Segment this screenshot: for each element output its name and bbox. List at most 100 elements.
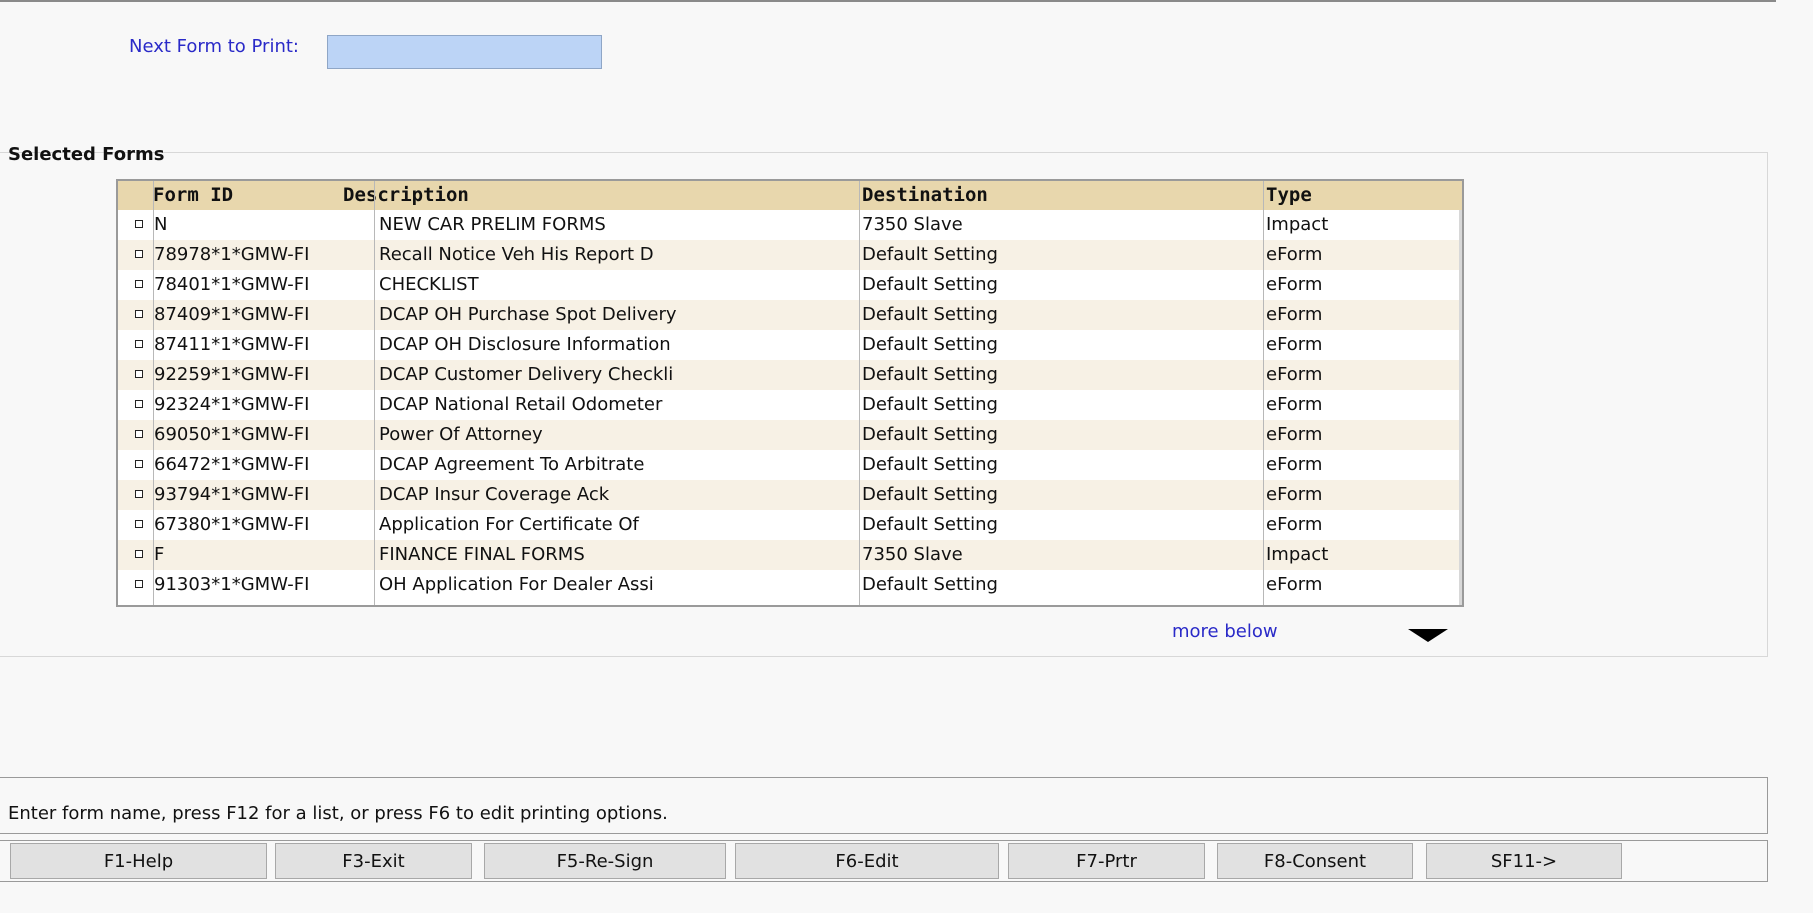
column-divider [153,181,154,605]
form-id-cell: 91303*1*GMW-FI [154,574,310,595]
f3-exit-button[interactable]: F3-Exit [275,843,472,879]
destination-cell: Default Setting [862,244,998,265]
header-form-id: Form ID [153,184,234,206]
table-row[interactable]: 67380*1*GMW-FI Application For Certifica… [118,510,1462,540]
checkbox-icon[interactable] [135,490,143,498]
checkbox-icon[interactable] [135,520,143,528]
sf11-more-button[interactable]: SF11-> [1426,843,1622,879]
table-row[interactable]: F FINANCE FINAL FORMS 7350 Slave Impact [118,540,1462,570]
destination-cell: Default Setting [862,394,998,415]
type-cell: eForm [1266,454,1323,475]
table-row[interactable]: 87409*1*GMW-FI DCAP OH Purchase Spot Del… [118,300,1462,330]
description-cell: NEW CAR PRELIM FORMS [379,214,606,235]
column-divider [1263,181,1264,605]
table-row[interactable]: 78978*1*GMW-FI Recall Notice Veh His Rep… [118,240,1462,270]
selected-forms-title: Selected Forms [8,144,165,165]
description-cell: CHECKLIST [379,274,479,295]
type-cell: eForm [1266,244,1323,265]
description-cell: Power Of Attorney [379,424,543,445]
form-id-cell: 92259*1*GMW-FI [154,364,310,385]
destination-cell: Default Setting [862,574,998,595]
table-row[interactable]: 87411*1*GMW-FI DCAP OH Disclosure Inform… [118,330,1462,360]
selected-forms-table: Form ID Description Destination Type N N… [116,179,1464,607]
form-id-cell: 69050*1*GMW-FI [154,424,310,445]
description-cell: FINANCE FINAL FORMS [379,544,585,565]
destination-cell: 7350 Slave [862,214,963,235]
checkbox-icon[interactable] [135,580,143,588]
f7-printer-button[interactable]: F7-Prtr [1008,843,1205,879]
table-row[interactable]: 93794*1*GMW-FI DCAP Insur Coverage Ack D… [118,480,1462,510]
destination-cell: 7350 Slave [862,544,963,565]
checkbox-icon[interactable] [135,280,143,288]
description-cell: DCAP Agreement To Arbitrate [379,454,645,475]
description-cell: DCAP Insur Coverage Ack [379,484,610,505]
description-cell: Recall Notice Veh His Report D [379,244,654,265]
table-right-edge [1459,210,1462,605]
column-divider [859,181,860,605]
form-id-cell: 78401*1*GMW-FI [154,274,310,295]
checkbox-icon[interactable] [135,310,143,318]
table-row[interactable]: 92324*1*GMW-FI DCAP National Retail Odom… [118,390,1462,420]
header-destination: Destination [862,184,988,206]
table-row[interactable]: N NEW CAR PRELIM FORMS 7350 Slave Impact [118,210,1462,240]
checkbox-icon[interactable] [135,220,143,228]
form-id-cell: N [154,214,168,235]
form-id-cell: F [154,544,165,565]
table-row[interactable]: 91303*1*GMW-FI OH Application For Dealer… [118,570,1462,600]
top-divider [0,0,1776,2]
f8-consent-button[interactable]: F8-Consent [1217,843,1413,879]
more-below-link[interactable]: more below [1172,621,1278,642]
description-cell: OH Application For Dealer Assi [379,574,654,595]
checkbox-icon[interactable] [135,250,143,258]
destination-cell: Default Setting [862,424,998,445]
down-triangle-icon[interactable] [1408,629,1448,642]
f1-help-button[interactable]: F1-Help [10,843,267,879]
description-cell: DCAP OH Disclosure Information [379,334,671,355]
description-cell: DCAP OH Purchase Spot Delivery [379,304,677,325]
destination-cell: Default Setting [862,484,998,505]
next-form-input[interactable] [327,35,602,69]
form-id-cell: 78978*1*GMW-FI [154,244,310,265]
description-cell: DCAP Customer Delivery Checkli [379,364,674,385]
table-row[interactable]: 66472*1*GMW-FI DCAP Agreement To Arbitra… [118,450,1462,480]
type-cell: eForm [1266,424,1323,445]
type-cell: eForm [1266,574,1323,595]
header-type: Type [1266,184,1312,206]
type-cell: eForm [1266,334,1323,355]
form-id-cell: 66472*1*GMW-FI [154,454,310,475]
description-cell: DCAP National Retail Odometer [379,394,663,415]
table-row[interactable]: 92259*1*GMW-FI DCAP Customer Delivery Ch… [118,360,1462,390]
f6-edit-button[interactable]: F6-Edit [735,843,999,879]
destination-cell: Default Setting [862,304,998,325]
checkbox-icon[interactable] [135,550,143,558]
type-cell: Impact [1266,544,1329,565]
form-id-cell: 92324*1*GMW-FI [154,394,310,415]
checkbox-icon[interactable] [135,460,143,468]
destination-cell: Default Setting [862,334,998,355]
status-message: Enter form name, press F12 for a list, o… [8,803,668,824]
next-form-label: Next Form to Print: [129,36,299,57]
checkbox-icon[interactable] [135,430,143,438]
form-id-cell: 87409*1*GMW-FI [154,304,310,325]
type-cell: eForm [1266,274,1323,295]
checkbox-icon[interactable] [135,370,143,378]
type-cell: eForm [1266,484,1323,505]
form-id-cell: 87411*1*GMW-FI [154,334,310,355]
type-cell: Impact [1266,214,1329,235]
header-description: Description [343,184,469,206]
destination-cell: Default Setting [862,454,998,475]
table-row[interactable]: 69050*1*GMW-FI Power Of Attorney Default… [118,420,1462,450]
f5-re-sign-button[interactable]: F5-Re-Sign [484,843,726,879]
column-divider [374,181,375,605]
description-cell: Application For Certificate Of [379,514,639,535]
table-header: Form ID Description Destination Type [118,181,1462,210]
destination-cell: Default Setting [862,274,998,295]
type-cell: eForm [1266,514,1323,535]
checkbox-icon[interactable] [135,400,143,408]
destination-cell: Default Setting [862,514,998,535]
destination-cell: Default Setting [862,364,998,385]
checkbox-icon[interactable] [135,340,143,348]
table-row[interactable]: 78401*1*GMW-FI CHECKLIST Default Setting… [118,270,1462,300]
form-id-cell: 67380*1*GMW-FI [154,514,310,535]
type-cell: eForm [1266,304,1323,325]
